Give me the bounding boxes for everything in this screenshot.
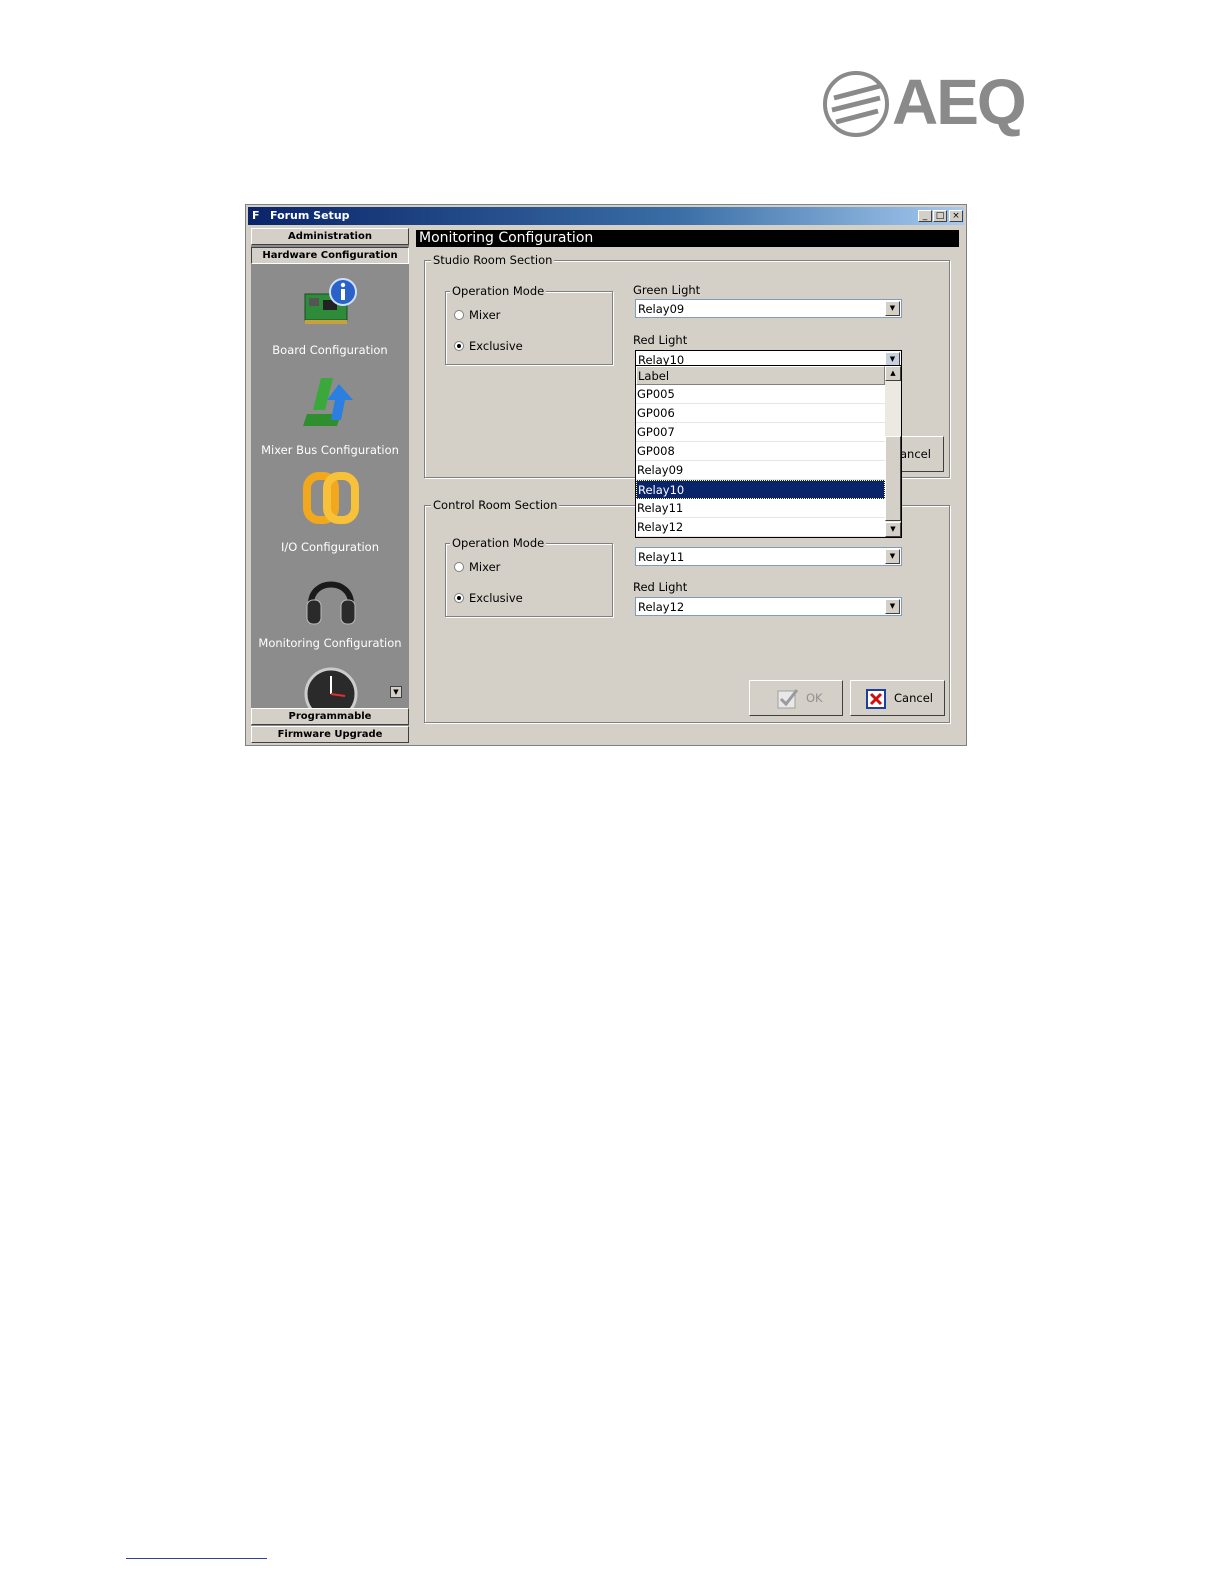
tab-hardware-configuration[interactable]: Hardware Configuration bbox=[251, 247, 409, 264]
sidebar-item-io-configuration[interactable]: I/O Configuration bbox=[251, 466, 409, 556]
group-title: Studio Room Section bbox=[431, 253, 555, 267]
io-chain-icon bbox=[303, 472, 359, 524]
control-mixer-radio[interactable] bbox=[454, 562, 464, 572]
red-light-dropdown-list: Label GP005 GP006 GP007 GP008 Relay09 Re… bbox=[635, 365, 902, 538]
sidebar-scroll-down-button[interactable]: ▼ bbox=[390, 686, 402, 698]
group-title: Operation Mode bbox=[450, 284, 547, 298]
footer-link-underline bbox=[126, 1558, 267, 1559]
forum-setup-window: F Forum Setup _ □ × Administration Hardw… bbox=[245, 204, 967, 746]
list-item[interactable]: Relay11 bbox=[636, 499, 885, 518]
ok-button[interactable]: OK bbox=[749, 680, 843, 716]
sidebar-item-label: I/O Configuration bbox=[281, 540, 379, 554]
headphones-icon bbox=[306, 581, 356, 625]
studio-mixer-radio[interactable] bbox=[454, 310, 464, 320]
radio-label: Mixer bbox=[469, 560, 501, 574]
app-icon: F bbox=[252, 209, 260, 222]
button-label: ancel bbox=[900, 447, 931, 461]
red-light-label: Red Light bbox=[633, 580, 688, 594]
close-button[interactable]: × bbox=[949, 210, 963, 222]
studio-exclusive-radio[interactable] bbox=[454, 341, 464, 351]
list-item[interactable]: GP008 bbox=[636, 442, 885, 461]
radio-label: Mixer bbox=[469, 308, 501, 322]
sidebar-item-label: Monitoring Configuration bbox=[258, 636, 402, 650]
logo-text: AEQ bbox=[892, 66, 1027, 138]
tab-administration[interactable]: Administration bbox=[251, 228, 409, 245]
control-red-light-select[interactable]: Relay12 ▼ bbox=[635, 597, 902, 616]
list-header: Label bbox=[636, 366, 885, 385]
green-light-label: Green Light bbox=[633, 283, 701, 297]
board-info-icon bbox=[304, 278, 357, 324]
studio-operation-mode-group: Operation Mode Mixer Exclusive bbox=[445, 284, 613, 365]
select-value: Relay12 bbox=[638, 600, 685, 614]
group-title: Control Room Section bbox=[431, 498, 560, 512]
scroll-thumb[interactable] bbox=[885, 436, 901, 521]
sidebar: Administration Hardware Configuration Bo… bbox=[251, 228, 409, 743]
chevron-down-icon[interactable]: ▼ bbox=[885, 549, 900, 564]
tab-firmware-upgrade[interactable]: Firmware Upgrade bbox=[251, 726, 409, 743]
maximize-button[interactable]: □ bbox=[933, 210, 947, 222]
radio-label: Exclusive bbox=[469, 339, 523, 353]
chevron-down-icon[interactable]: ▼ bbox=[885, 301, 900, 316]
window-title: Forum Setup bbox=[270, 209, 350, 222]
radio-label: Exclusive bbox=[469, 591, 523, 605]
sidebar-item-board-configuration[interactable]: Board Configuration bbox=[251, 268, 409, 358]
checkmark-icon bbox=[777, 689, 799, 709]
studio-green-light-select[interactable]: Relay09 ▼ bbox=[635, 299, 902, 318]
sidebar-item-label: Board Configuration bbox=[272, 343, 388, 357]
control-operation-mode-group: Operation Mode Mixer Exclusive bbox=[445, 536, 613, 617]
button-label: Cancel bbox=[894, 691, 933, 705]
list-item[interactable]: Relay12 bbox=[636, 518, 885, 537]
scroll-down-icon[interactable]: ▼ bbox=[885, 522, 901, 537]
dropdown-scrollbar[interactable]: ▲ ▼ bbox=[885, 366, 901, 537]
select-value: Relay09 bbox=[638, 302, 685, 316]
scroll-up-icon[interactable]: ▲ bbox=[885, 366, 901, 381]
chevron-down-icon[interactable]: ▼ bbox=[885, 599, 900, 614]
sidebar-item-label: Mixer Bus Configuration bbox=[261, 443, 399, 457]
close-icon bbox=[866, 689, 886, 709]
sidebar-item-mixer-bus-configuration[interactable]: Mixer Bus Configuration bbox=[251, 368, 409, 458]
mixer-bus-icon bbox=[303, 378, 353, 426]
list-item[interactable]: Relay09 bbox=[636, 461, 885, 480]
minimize-button[interactable]: _ bbox=[918, 210, 932, 222]
title-bar[interactable]: F Forum Setup _ □ × bbox=[248, 207, 964, 225]
tab-programmable-configuration[interactable]: Programmable Configuration bbox=[251, 708, 409, 737]
control-exclusive-radio[interactable] bbox=[454, 593, 464, 603]
select-value: Relay11 bbox=[638, 550, 685, 564]
list-item[interactable]: GP005 bbox=[636, 385, 885, 404]
gauge-icon bbox=[304, 667, 358, 708]
group-title: Operation Mode bbox=[450, 536, 547, 550]
cancel-button[interactable]: Cancel bbox=[850, 680, 945, 716]
list-item-selected[interactable]: Relay10 bbox=[636, 480, 885, 499]
list-item[interactable]: GP007 bbox=[636, 423, 885, 442]
sidebar-item-monitoring-configuration[interactable]: Monitoring Configuration bbox=[251, 564, 409, 654]
red-light-label: Red Light bbox=[633, 333, 688, 347]
list-item[interactable]: GP006 bbox=[636, 404, 885, 423]
button-label: OK bbox=[806, 691, 823, 705]
control-green-light-select[interactable]: Relay11 ▼ bbox=[635, 547, 902, 566]
page-title: Monitoring Configuration bbox=[416, 230, 959, 247]
